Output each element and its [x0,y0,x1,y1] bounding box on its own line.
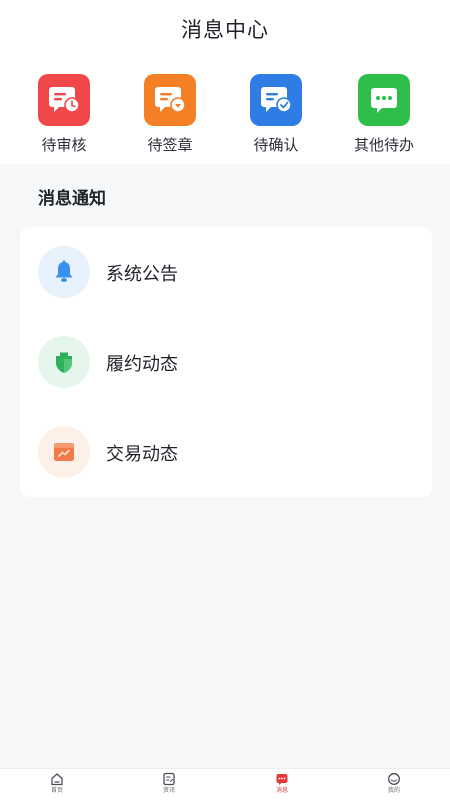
home-icon [51,773,63,786]
quick-action-pending-review[interactable]: 待审核 [19,74,109,155]
notification-label: 交易动态 [106,444,178,465]
tab-label: 消息 [275,787,288,794]
quick-action-label: 待确认 [253,136,299,154]
notification-item-performance[interactable]: 履约动态 [20,317,432,407]
tab-messages[interactable]: 消息 [252,772,312,795]
trend-card-icon [38,426,90,478]
tab-news[interactable]: 资讯 [139,772,199,795]
pending-review-icon [38,74,90,126]
quick-action-pending-seal[interactable]: 待签章 [125,74,215,155]
notification-item-system[interactable]: 系统公告 [20,227,432,317]
tab-label: 资讯 [162,787,175,794]
quick-action-label: 其他待办 [353,136,414,154]
page-title: 消息中心 [181,18,269,42]
quick-action-label: 待签章 [147,136,193,154]
quick-actions: 待审核 待签章 待确认 其他待办 [0,56,450,164]
bell-icon [38,246,90,298]
shield-icon [38,336,90,388]
bottom-tab-bar: 首页 资讯 消息 我的 [0,768,450,801]
notification-item-trade[interactable]: 交易动态 [20,407,432,497]
quick-action-pending-confirm[interactable]: 待确认 [231,74,321,155]
notification-list: 系统公告 履约动态 交易动态 [20,227,432,497]
tab-label: 我的 [387,787,400,794]
pending-seal-icon [144,74,196,126]
quick-action-other-todo[interactable]: 其他待办 [339,74,429,155]
notification-label: 系统公告 [106,264,178,285]
tab-profile[interactable]: 我的 [364,772,424,795]
header-bar: 消息中心 [0,0,450,56]
news-icon [163,772,175,786]
pending-confirm-icon [250,74,302,126]
tab-home[interactable]: 首页 [27,772,87,795]
quick-action-label: 待审核 [41,136,87,154]
tab-label: 首页 [50,787,63,794]
notification-label: 履约动态 [106,354,178,375]
profile-icon [388,773,400,785]
other-todo-icon [358,74,410,126]
section-title: 消息通知 [38,189,106,209]
message-icon [276,774,288,785]
